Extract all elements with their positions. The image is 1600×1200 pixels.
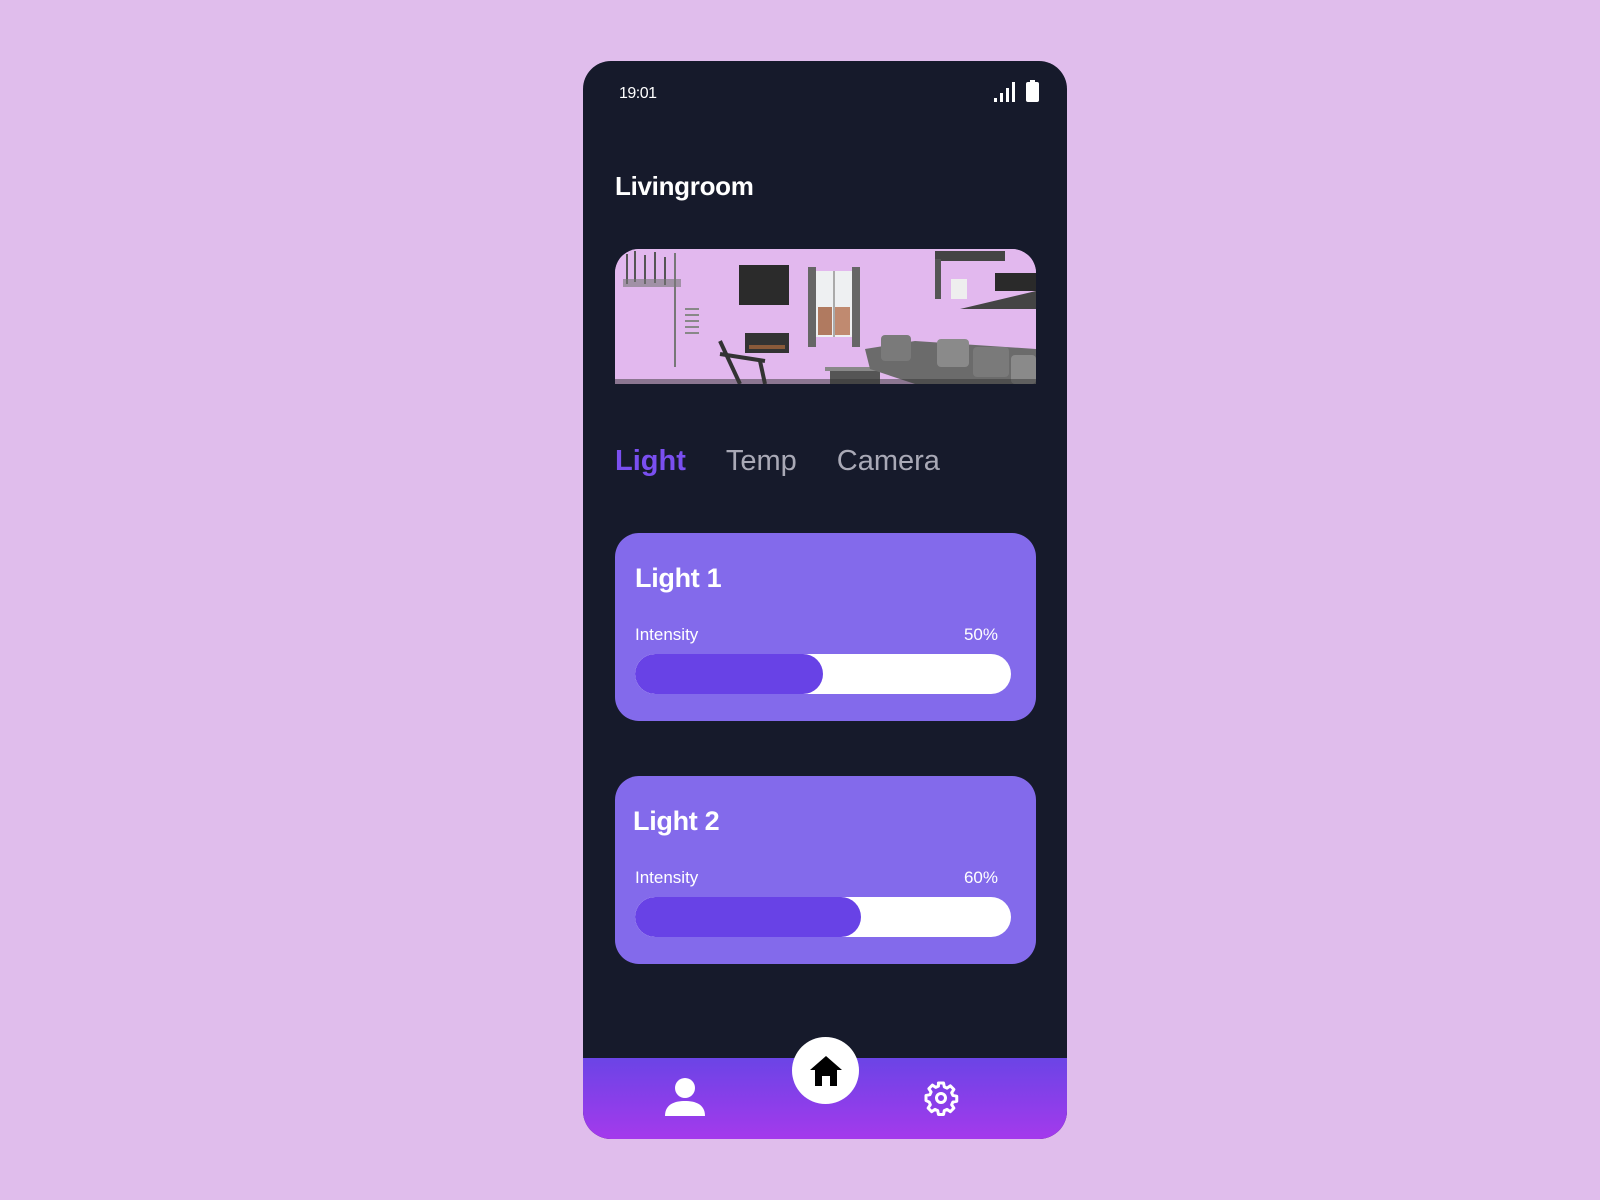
- battery-icon: [1026, 80, 1039, 102]
- nav-settings-button[interactable]: [923, 1080, 959, 1116]
- gear-icon: [924, 1081, 959, 1116]
- room-camera-image: [615, 249, 1036, 384]
- status-time: 19:01: [619, 85, 657, 102]
- tab-temp[interactable]: Temp: [726, 445, 797, 478]
- intensity-slider-fill: [635, 897, 861, 937]
- tab-camera[interactable]: Camera: [837, 445, 940, 478]
- tab-light[interactable]: Light: [615, 445, 686, 478]
- intensity-value: 50%: [963, 625, 998, 644]
- light-title: Light 1: [635, 563, 722, 593]
- intensity-label: Intensity: [635, 625, 699, 644]
- intensity-value: 60%: [963, 868, 998, 887]
- page-title: Livingroom: [615, 171, 754, 201]
- user-icon: [665, 1078, 705, 1116]
- phone-frame: 19:01 Livingroom Light Temp Camera Light…: [583, 61, 1067, 1139]
- room-illustration: [615, 249, 1036, 384]
- signal-bars-icon: [994, 82, 1015, 102]
- intensity-slider[interactable]: [635, 654, 1011, 694]
- light-card: Light 1 Intensity 50%: [615, 533, 1036, 721]
- home-icon: [809, 1055, 842, 1086]
- status-bar: 19:01: [583, 61, 1067, 131]
- nav-profile-button[interactable]: [663, 1076, 707, 1120]
- intensity-label: Intensity: [635, 868, 699, 887]
- light-card: Light 2 Intensity 60%: [615, 776, 1036, 964]
- intensity-slider[interactable]: [635, 897, 1011, 937]
- nav-home-button[interactable]: [792, 1037, 859, 1104]
- category-tabs: Light Temp Camera: [615, 441, 940, 481]
- light-title: Light 2: [633, 806, 720, 836]
- intensity-slider-fill: [635, 654, 823, 694]
